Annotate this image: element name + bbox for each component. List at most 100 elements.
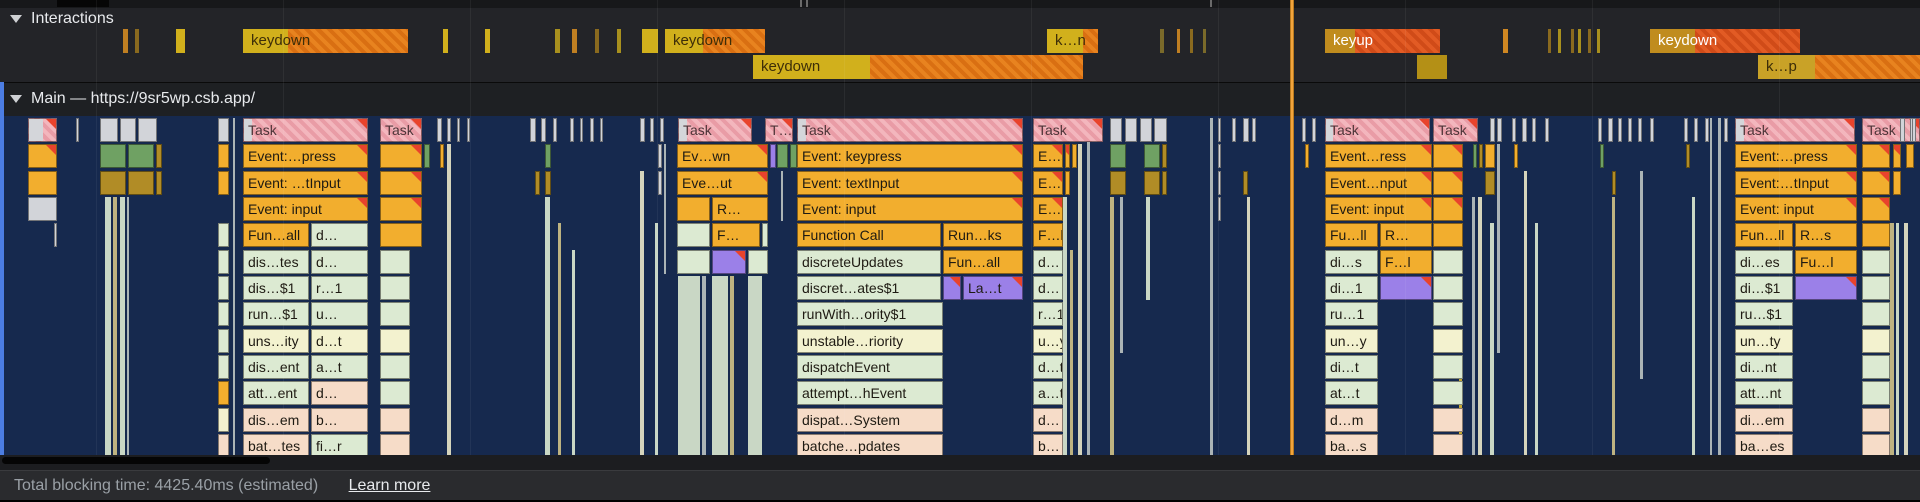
frame-funall[interactable]: Fun…all xyxy=(943,250,1023,274)
flame-bar[interactable] xyxy=(1485,171,1495,195)
frame-disem[interactable]: dis…em xyxy=(243,408,309,432)
frame-ful[interactable]: Fu…l xyxy=(1795,250,1857,274)
flame-bar[interactable] xyxy=(380,171,422,195)
flame-bar[interactable] xyxy=(1497,118,1502,142)
frame-dis[interactable]: di…s xyxy=(1325,250,1378,274)
frame-unsity[interactable]: uns…ity xyxy=(243,329,309,353)
frame-dit[interactable]: di…t xyxy=(1325,355,1378,379)
interaction-marker[interactable] xyxy=(642,29,658,53)
interaction-kp[interactable]: k…p xyxy=(1758,55,1920,79)
flame-bar[interactable] xyxy=(590,118,594,142)
frame-t[interactable]: T… xyxy=(765,118,793,142)
flame-bar[interactable] xyxy=(380,434,410,455)
flame-bar[interactable] xyxy=(218,171,229,195)
frame-d[interactable]: d… xyxy=(311,381,368,405)
flame-bar[interactable] xyxy=(1522,118,1527,142)
playhead-marker[interactable] xyxy=(1290,0,1294,455)
frame-unty[interactable]: un…ty xyxy=(1735,329,1793,353)
flame-bar[interactable] xyxy=(447,118,451,142)
flame-bar[interactable] xyxy=(1862,408,1890,432)
frame-d[interactable]: d… xyxy=(311,223,368,247)
interaction-marker[interactable] xyxy=(1160,29,1164,53)
flame-bar[interactable] xyxy=(1110,118,1122,142)
flame-bar[interactable] xyxy=(1433,302,1463,326)
frame-d[interactable]: d… xyxy=(1033,250,1063,274)
flame-bar[interactable] xyxy=(762,223,768,247)
flame-bar[interactable] xyxy=(660,118,664,142)
flame-bar[interactable] xyxy=(553,118,557,142)
flame-bar[interactable] xyxy=(218,144,229,168)
frame-task[interactable]: Task xyxy=(1433,118,1478,142)
frame-runwithority$1[interactable]: runWith…ority$1 xyxy=(797,302,943,326)
frame-attempthevent[interactable]: attempt…hEvent xyxy=(797,381,943,405)
flame-bar[interactable] xyxy=(1433,408,1463,432)
frame-discretates$1[interactable]: discret…ates$1 xyxy=(797,276,941,300)
interaction-marker[interactable] xyxy=(1578,29,1581,53)
interaction-marker[interactable] xyxy=(572,29,577,53)
flame-bar[interactable] xyxy=(1862,197,1890,221)
frame-d[interactable]: d… xyxy=(311,250,368,274)
flame-bar[interactable] xyxy=(1650,118,1654,142)
interaction-kn[interactable]: k…n xyxy=(1047,29,1098,53)
flame-bar[interactable] xyxy=(541,118,546,142)
flame-bar[interactable] xyxy=(1312,118,1316,142)
flame-bar[interactable] xyxy=(1532,118,1536,142)
flame-bar[interactable] xyxy=(128,171,154,195)
flame-bar[interactable] xyxy=(100,144,126,168)
frame-discreteupdates[interactable]: discreteUpdates xyxy=(797,250,941,274)
flame-bar[interactable] xyxy=(1686,144,1690,168)
frame-r[interactable]: R… xyxy=(712,197,768,221)
flame-bar[interactable] xyxy=(1110,171,1126,195)
flame-bar[interactable] xyxy=(1862,250,1890,274)
frame-eventinput[interactable]: Event: input xyxy=(797,197,1023,221)
flame-bar[interactable] xyxy=(218,118,229,142)
interaction-keydown[interactable]: keydown xyxy=(1650,29,1800,53)
flame-bar[interactable] xyxy=(1490,118,1495,142)
frame-dies[interactable]: di…es xyxy=(1735,250,1793,274)
learn-more-link[interactable]: Learn more xyxy=(349,477,431,494)
flame-bar[interactable] xyxy=(1479,144,1483,168)
frame-di$1[interactable]: di…$1 xyxy=(1735,276,1793,300)
interaction-marker[interactable] xyxy=(1177,29,1180,53)
flame-bar[interactable] xyxy=(1862,171,1890,195)
frame-dt[interactable]: d…t xyxy=(311,329,368,353)
flame-bar[interactable] xyxy=(380,144,422,168)
flame-bar[interactable] xyxy=(28,171,57,195)
interaction-marker[interactable] xyxy=(617,29,621,53)
flame-bar[interactable] xyxy=(1433,171,1463,195)
flame-bar[interactable] xyxy=(156,144,162,168)
frame-r1[interactable]: r…1 xyxy=(311,276,368,300)
frame-attent[interactable]: att…ent xyxy=(243,381,309,405)
flame-bar[interactable] xyxy=(1862,276,1890,300)
interaction-marker[interactable] xyxy=(176,29,185,53)
frame-eventress[interactable]: Event…ress xyxy=(1325,144,1432,168)
flame-bar[interactable] xyxy=(1912,118,1916,142)
frame-eventkeypress[interactable]: Event: keypress xyxy=(797,144,1023,168)
flame-bar[interactable] xyxy=(1862,329,1890,353)
flame-bar[interactable] xyxy=(380,250,410,274)
interactions-track[interactable]: Interactions keydownkeydownk…nkeyupkeydo… xyxy=(0,8,1920,82)
flame-bar[interactable] xyxy=(138,118,157,142)
flame-bar[interactable] xyxy=(1433,197,1463,221)
flame-bar[interactable] xyxy=(1433,434,1463,455)
flame-bar[interactable] xyxy=(156,171,162,195)
frame-task[interactable]: Task xyxy=(1325,118,1430,142)
flame-bar[interactable] xyxy=(424,144,430,168)
flame-bar[interactable] xyxy=(218,381,229,405)
flame-bar[interactable] xyxy=(658,171,662,195)
flame-bar[interactable] xyxy=(677,197,710,221)
interaction-marker[interactable] xyxy=(1571,29,1574,53)
flame-bar[interactable] xyxy=(380,408,410,432)
frame-batchepdates[interactable]: batche…pdates xyxy=(797,434,943,455)
flame-bar[interactable] xyxy=(1065,171,1070,195)
flame-bar[interactable] xyxy=(1473,144,1477,168)
interaction-marker[interactable] xyxy=(595,29,599,53)
frame-uy[interactable]: u…y xyxy=(1033,329,1063,353)
frame-task[interactable]: Task xyxy=(243,118,368,142)
flame-bar[interactable] xyxy=(1724,118,1728,142)
flame-bar[interactable] xyxy=(100,118,118,142)
flame-bar[interactable] xyxy=(1302,118,1306,142)
flame-bar[interactable] xyxy=(1628,118,1632,142)
flame-bar[interactable] xyxy=(218,223,229,247)
flame-bar[interactable] xyxy=(530,118,536,142)
